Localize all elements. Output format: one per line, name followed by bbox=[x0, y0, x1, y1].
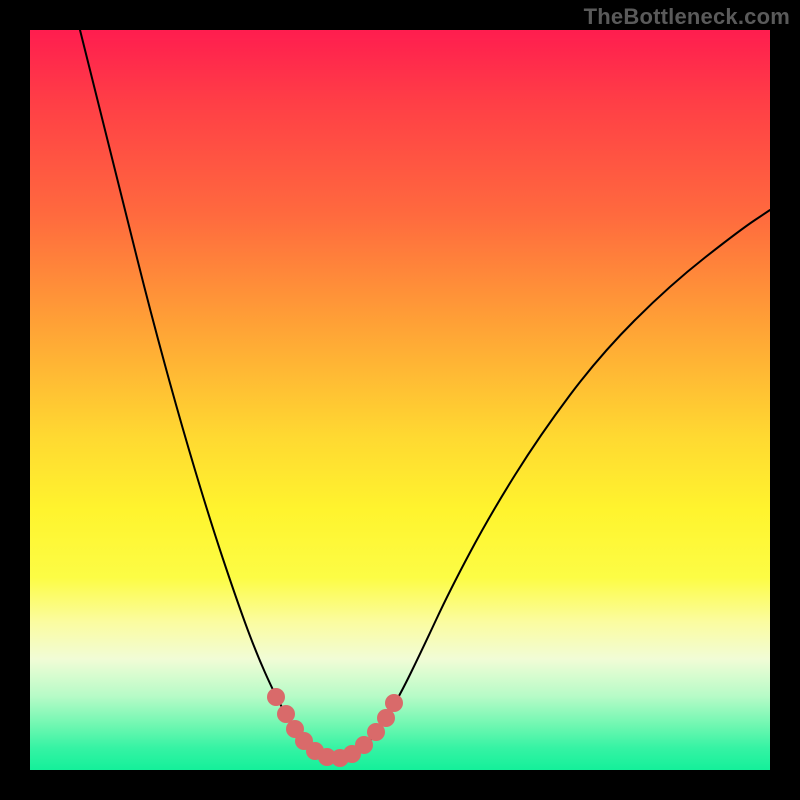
optimal-zone-markers bbox=[267, 688, 403, 767]
bottleneck-curve bbox=[80, 30, 770, 757]
optimal-marker bbox=[385, 694, 403, 712]
bottleneck-curve-path bbox=[80, 30, 770, 757]
optimal-marker bbox=[277, 705, 295, 723]
bottleneck-chart bbox=[30, 30, 770, 770]
optimal-marker bbox=[267, 688, 285, 706]
watermark-label: TheBottleneck.com bbox=[584, 4, 790, 30]
